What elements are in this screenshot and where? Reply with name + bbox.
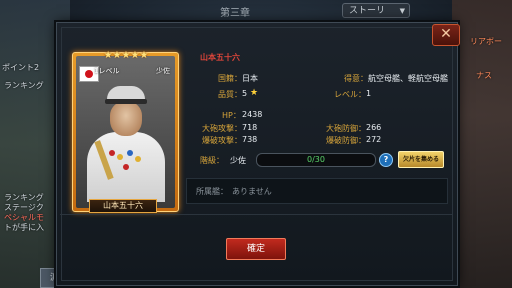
commander-name-title: 山本五十六 — [200, 53, 240, 62]
specialty-label: 得意： — [344, 74, 368, 83]
close-icon: ✕ — [440, 26, 452, 42]
nationality-label: 国籍： — [218, 74, 242, 83]
story-select-label: ストーリ — [349, 6, 386, 16]
gun-defense-label: 大砲防御： — [326, 124, 366, 133]
bg-bonus-text: リアボー — [470, 37, 502, 46]
gun-attack-value: 718 — [242, 123, 258, 132]
bomb-defense-value: 272 — [366, 135, 382, 144]
card-stars: ★★★★★ — [103, 50, 149, 61]
nationality-value: 日本 — [242, 74, 258, 83]
bg-points-text: ポイント2 — [2, 63, 40, 72]
help-icon[interactable]: ? — [379, 153, 393, 167]
hp-label: HP： — [222, 111, 241, 120]
bomb-defense-label: 爆破防御： — [326, 136, 366, 145]
quality-label: 品質： — [218, 90, 242, 99]
collect-fragments-button[interactable]: 欠片を集める — [398, 151, 444, 168]
bg-bonus-text-2: ナス — [476, 71, 492, 80]
confirm-button[interactable]: 確定 — [226, 238, 286, 260]
rank-progress-text: 0/30 — [307, 155, 325, 164]
bg-ranking-text[interactable]: ランキング — [4, 80, 44, 91]
ship-value: ありません — [232, 187, 272, 196]
gun-defense-value: 266 — [366, 123, 382, 132]
commander-card: 1レベル 少佐 ★★★★★ 山本五十六 — [72, 50, 179, 213]
rank-label: 階級： — [200, 156, 224, 165]
hp-value: 2438 — [242, 110, 263, 119]
level-value: 1 — [366, 89, 372, 98]
specialty-value: 航空母艦、軽航空母艦 — [368, 74, 448, 83]
chevron-down-icon: ▼ — [399, 7, 405, 15]
card-rank: 少佐 — [156, 67, 170, 75]
star-icon: ★ — [250, 88, 259, 98]
card-level: 1レベル — [94, 67, 120, 75]
bg-reward-text: トが手に入 — [4, 223, 44, 232]
rank-progress-bar: 0/30 — [256, 153, 376, 167]
rank-value: 少佐 — [230, 156, 246, 165]
quality-value: 5 — [242, 89, 248, 98]
level-label: レベル： — [334, 90, 366, 99]
gun-attack-label: 大砲攻撃： — [202, 124, 242, 133]
bomb-attack-label: 爆破攻撃： — [202, 136, 242, 145]
divider — [60, 214, 452, 215]
bomb-attack-value: 738 — [242, 135, 258, 144]
card-name: 山本五十六 — [89, 199, 157, 213]
commander-portrait — [79, 84, 172, 202]
close-button[interactable]: ✕ — [432, 24, 460, 46]
ship-label: 所属艦： — [196, 187, 228, 196]
card-background: 1レベル 少佐 — [76, 56, 175, 208]
chapter-title: 第三章 — [220, 8, 250, 19]
story-select[interactable]: ストーリ ▼ — [342, 3, 410, 18]
